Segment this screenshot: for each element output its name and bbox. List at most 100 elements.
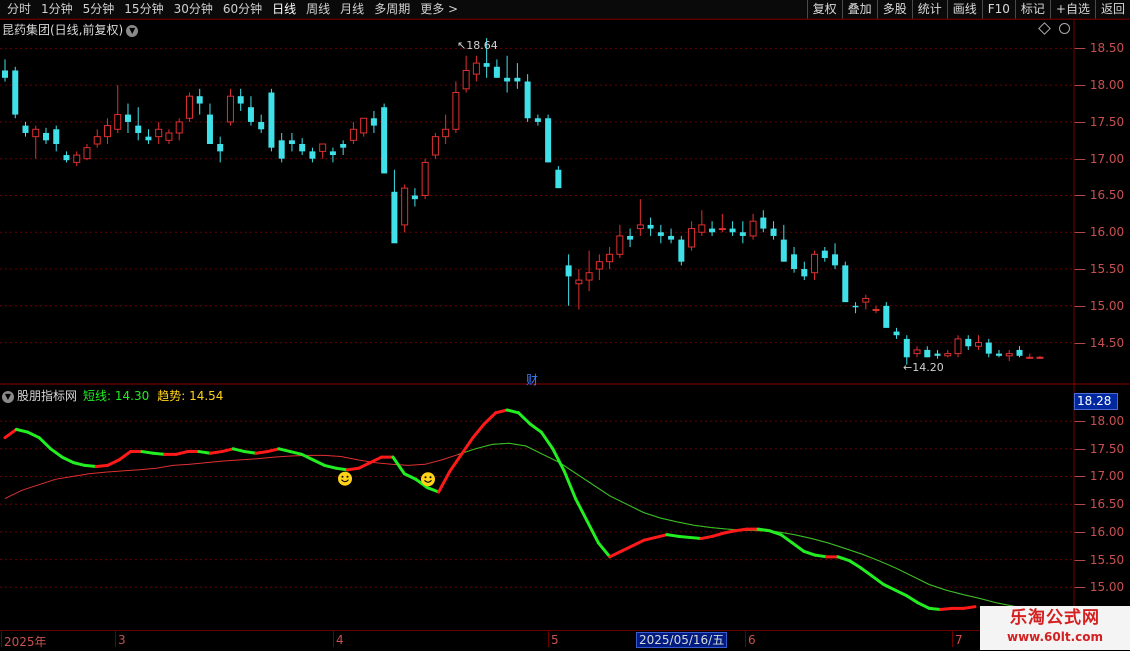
short-line-segment (642, 535, 657, 542)
short-line-segment (574, 497, 589, 523)
candle (811, 250, 819, 281)
indicator-tick: — 16.00 (1074, 524, 1125, 539)
indicator-name: 股朋指标网 (17, 389, 78, 403)
short-line-segment (688, 535, 703, 541)
candle (73, 151, 81, 167)
candle (821, 246, 828, 262)
candle (872, 305, 880, 314)
candle (698, 210, 706, 236)
watermark-logo: 乐淘公式网 www.60lt.com (980, 606, 1130, 650)
short-line-segment (676, 534, 692, 539)
candle (709, 221, 716, 236)
short-line-segment (83, 463, 98, 469)
candles (2, 38, 1044, 365)
candle (493, 59, 500, 78)
candle (636, 199, 644, 236)
arrow-icon: ← (903, 361, 913, 374)
short-line-segment (790, 541, 806, 553)
candle (145, 129, 152, 144)
candle (883, 302, 890, 328)
candle (944, 349, 952, 358)
short-line-segment (265, 447, 281, 454)
short-line-segment (117, 450, 133, 462)
short-line-segment (37, 436, 53, 451)
candle (237, 88, 244, 111)
candle (934, 349, 941, 359)
short-line-segment (140, 450, 155, 455)
trend-line-green (458, 442, 1031, 610)
short-line-segment (494, 408, 509, 415)
chevron-down-icon[interactable]: ▼ (2, 390, 14, 403)
candle (749, 213, 757, 240)
watermark-url: www.60lt.com (1006, 630, 1104, 644)
short-line-segment (859, 566, 874, 578)
candle (832, 243, 839, 270)
candle (442, 114, 450, 144)
candle (370, 110, 377, 133)
short-line-segment (539, 430, 555, 451)
high-price-label: ↖18.64 (457, 39, 498, 52)
short-line-segment (437, 469, 452, 494)
candle (862, 294, 870, 310)
watermark-name: 乐淘公式网 (1010, 608, 1100, 628)
short-line-segment (277, 447, 292, 454)
short-line-segment (619, 544, 635, 553)
short-line-segment (505, 408, 521, 415)
short-line-segment (3, 427, 18, 440)
short-line-segment (71, 461, 87, 467)
short-line-segment (311, 458, 327, 467)
date-tick-mark (548, 631, 549, 647)
candle (431, 132, 439, 159)
low-price-label: ←14.20 (903, 361, 944, 374)
candle (595, 254, 603, 281)
short-line-segment (323, 463, 338, 470)
short-line-segment (197, 450, 212, 455)
candle (226, 88, 234, 126)
candle (247, 96, 254, 126)
candle (63, 151, 70, 163)
short-line-segment (596, 541, 612, 559)
candle (309, 147, 316, 163)
short-line-segment (653, 533, 669, 539)
candle (985, 338, 992, 358)
candle (32, 125, 40, 159)
smile-icon (338, 471, 352, 486)
short-line-segment (151, 451, 167, 456)
arrow-icon: ↖ (457, 39, 467, 52)
candle (135, 107, 142, 141)
candle (760, 210, 767, 233)
candle (278, 132, 285, 163)
candle (329, 147, 336, 163)
short-line-segment (722, 529, 737, 535)
cursor-date: 2025/05/16/五 (636, 632, 728, 648)
short-line-segment (368, 455, 384, 465)
date-tick: 7 (955, 633, 963, 647)
candle (965, 335, 972, 350)
candle (452, 81, 460, 133)
candle (217, 136, 224, 163)
short-line-segment (939, 606, 954, 611)
candle (401, 184, 409, 233)
trend-line-red (4, 442, 1031, 610)
short-line-segment (425, 486, 441, 494)
short-line-segment (893, 588, 909, 598)
short-line-segment (471, 422, 486, 440)
candle (22, 121, 29, 137)
candle (668, 228, 675, 244)
candle (360, 117, 368, 137)
smile-icon (421, 472, 435, 487)
short-line-segment (608, 549, 623, 559)
short-line-segment (905, 594, 920, 605)
candle (575, 269, 583, 310)
candle (1026, 353, 1034, 359)
candle (462, 55, 470, 93)
short-line-segment (756, 527, 772, 533)
price-tick: — 15.00 (1074, 298, 1125, 313)
finance-event-marker[interactable]: 财 (526, 371, 538, 388)
short-line-segment (49, 447, 64, 459)
candle (996, 349, 1003, 358)
date-tick-mark (1, 631, 2, 647)
candlestick-chart[interactable] (0, 0, 1130, 650)
short-line-segment (711, 531, 726, 538)
candle (616, 224, 624, 258)
